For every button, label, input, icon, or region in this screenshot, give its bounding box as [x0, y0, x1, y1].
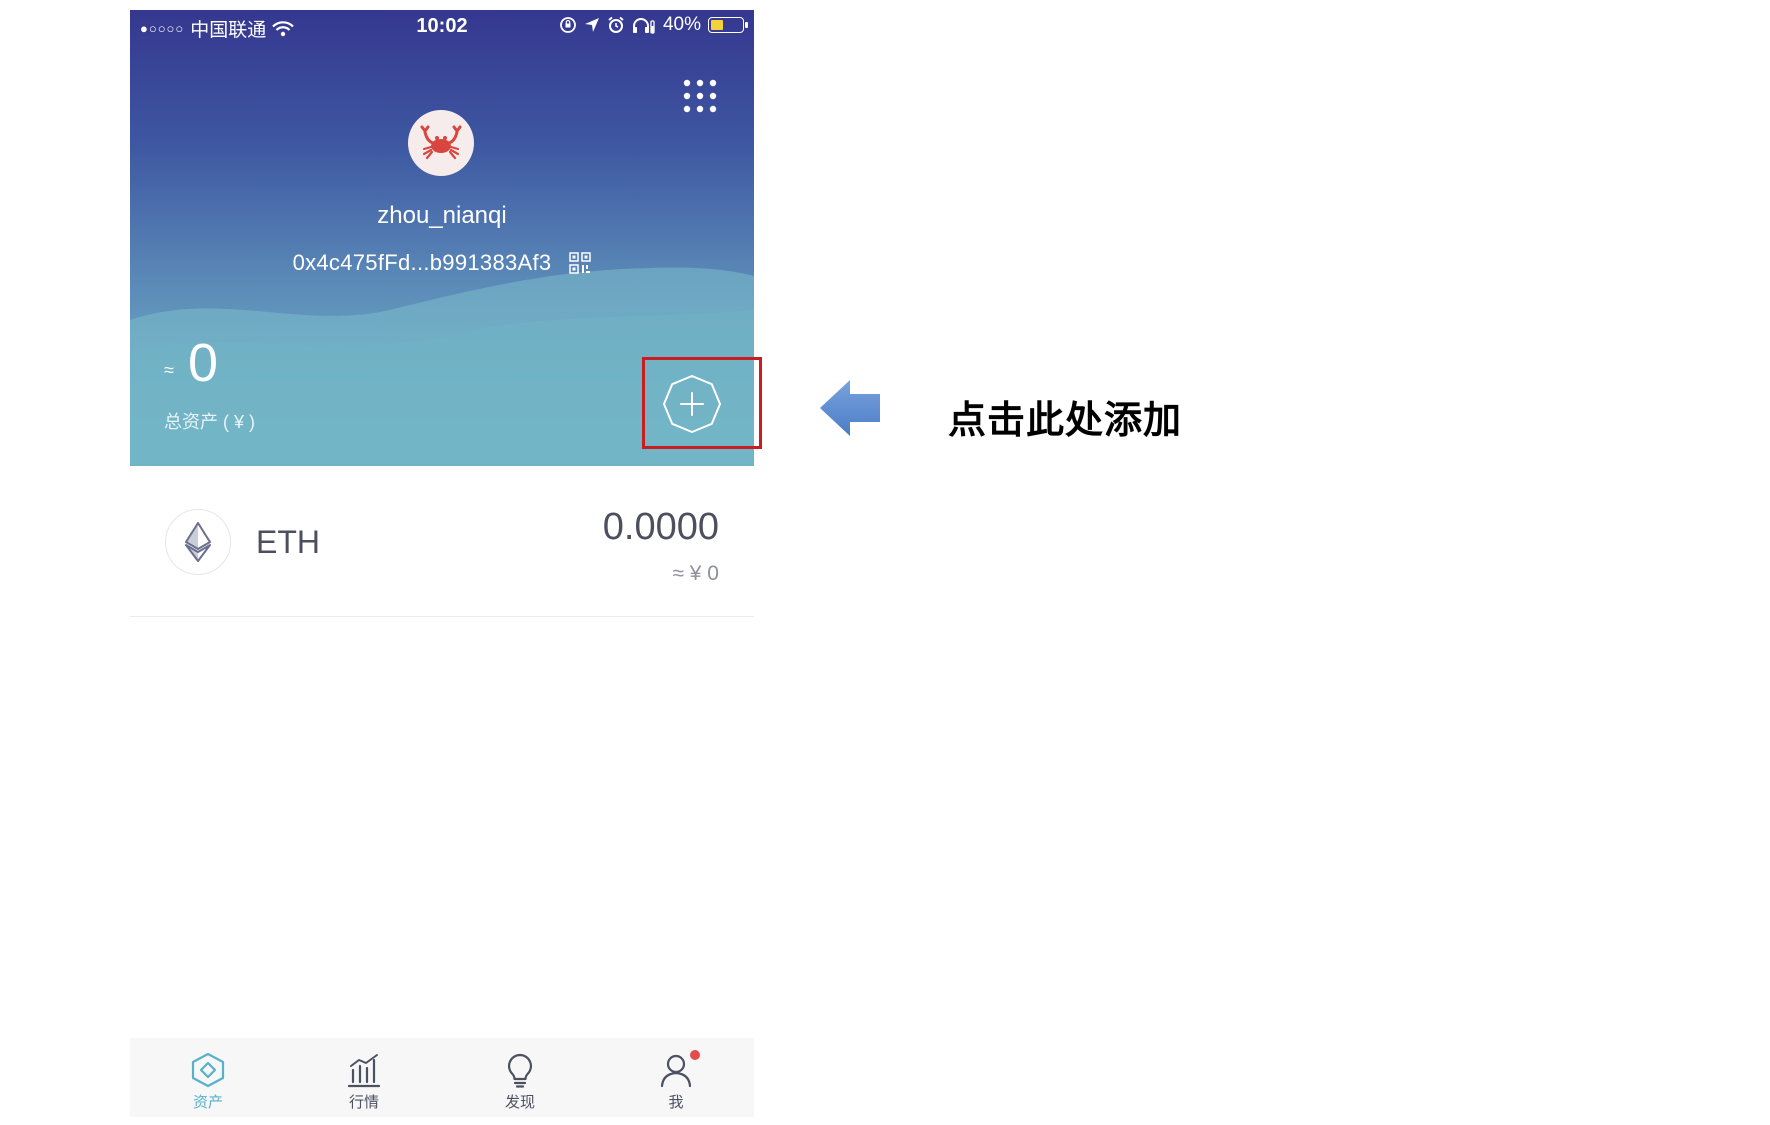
avatar[interactable] [408, 110, 474, 176]
user-icon [660, 1054, 692, 1088]
tab-me[interactable]: 我 [598, 1038, 754, 1117]
status-bar: ●○○○○ 中国联通 10:02 40% [130, 10, 754, 42]
total-assets-label: 总资产 ( ¥ ) [164, 412, 256, 432]
assets-icon [191, 1052, 225, 1088]
grid-menu-icon[interactable] [682, 78, 718, 114]
ethereum-icon [185, 522, 211, 562]
notification-badge [690, 1050, 700, 1060]
tab-label: 资产 [192, 1094, 223, 1111]
status-indicators: 40% [559, 14, 748, 36]
lightbulb-icon [507, 1053, 533, 1088]
battery-percent: 40% [662, 14, 701, 35]
token-icon-wrapper [165, 509, 231, 575]
qr-code-icon[interactable] [569, 252, 592, 274]
token-balance: 0.0000 [602, 506, 719, 548]
token-symbol: ETH [256, 524, 320, 560]
approx-sign: ≈ [164, 360, 174, 380]
rotation-lock-icon [560, 17, 576, 33]
market-chart-icon [347, 1054, 381, 1088]
tab-label: 发现 [504, 1094, 535, 1111]
crab-icon [420, 125, 462, 160]
wallet-name: zhou_nianqi [377, 202, 507, 229]
annotation-highlight-box [642, 357, 762, 449]
tab-discover[interactable]: 发现 [442, 1038, 598, 1117]
alarm-icon [608, 16, 624, 33]
phone-screen: ●○○○○ 中国联通 10:02 40% zhou_nianqi 0x4c475… [130, 10, 754, 1117]
total-assets-value: 0 [188, 333, 219, 393]
tab-label: 我 [668, 1094, 684, 1111]
tab-assets[interactable]: 资产 [130, 1038, 286, 1117]
token-fiat-value: ≈ ¥ 0 [672, 562, 719, 585]
annotation-text: 点击此处添加 [948, 400, 1183, 442]
bottom-tab-bar: 资产 行情 发现 我 [130, 1038, 754, 1117]
left-arrow-icon [820, 380, 880, 436]
battery-fill [711, 20, 723, 30]
tab-label: 行情 [348, 1094, 379, 1111]
wallet-address-row[interactable]: 0x4c475fFd...b991383Af3 [130, 250, 754, 276]
location-icon [584, 18, 599, 32]
wallet-address: 0x4c475fFd...b991383Af3 [292, 250, 552, 275]
headphones-icon [632, 18, 655, 34]
battery-icon [708, 17, 748, 33]
token-row-eth[interactable]: ETH 0.0000 ≈ ¥ 0 [130, 476, 754, 617]
tab-market[interactable]: 行情 [286, 1038, 442, 1117]
